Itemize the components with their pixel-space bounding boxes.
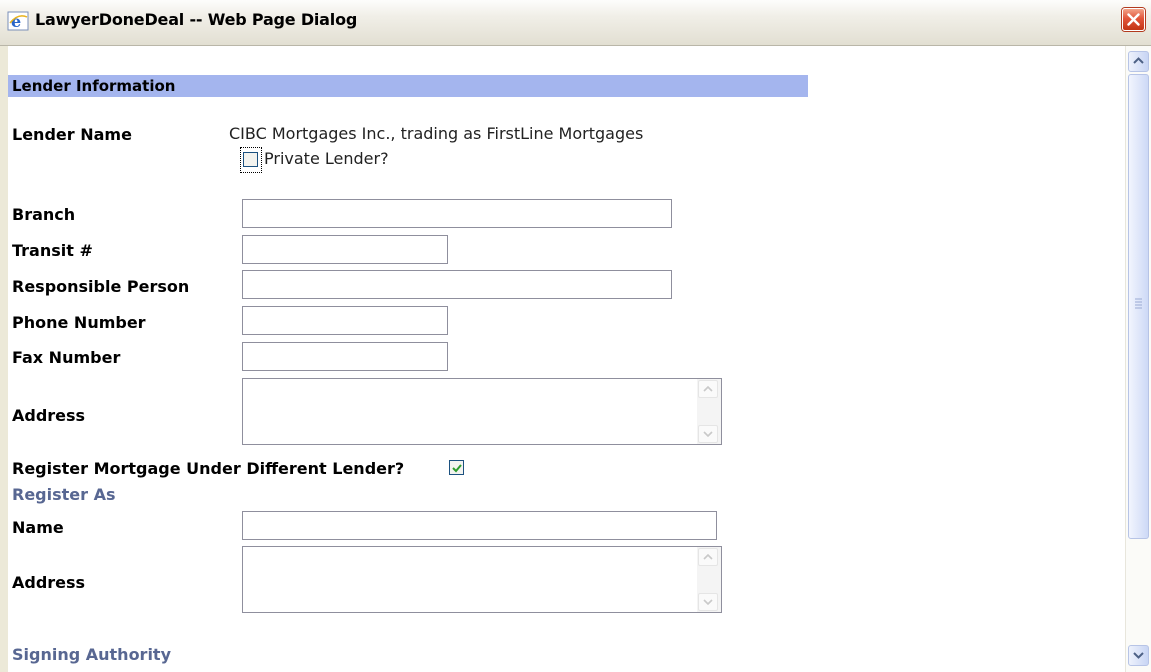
transit-input[interactable] bbox=[242, 235, 448, 264]
close-button[interactable] bbox=[1122, 8, 1145, 31]
address-textarea[interactable] bbox=[242, 378, 722, 445]
lender-name-label: Lender Name bbox=[12, 125, 132, 144]
window-title: LawyerDoneDeal -- Web Page Dialog bbox=[35, 10, 358, 29]
lender-name-value: CIBC Mortgages Inc., trading as FirstLin… bbox=[229, 124, 644, 143]
register-as-heading: Register As bbox=[12, 485, 116, 504]
chevron-up-icon bbox=[703, 385, 713, 392]
checkmark-icon bbox=[452, 464, 462, 473]
section-title: Lender Information bbox=[12, 77, 176, 95]
chevron-up-icon bbox=[1133, 57, 1144, 64]
dialog-content: Lender Information Lender Name CIBC Mort… bbox=[8, 46, 1125, 672]
fax-number-input[interactable] bbox=[242, 342, 448, 371]
responsible-person-input[interactable] bbox=[242, 270, 672, 299]
textarea-scrollbar[interactable] bbox=[697, 379, 721, 444]
ie-browser-icon: e bbox=[7, 11, 29, 31]
fax-number-label: Fax Number bbox=[12, 348, 121, 367]
page-scrollbar[interactable] bbox=[1125, 46, 1151, 672]
scroll-thumb[interactable] bbox=[1128, 74, 1149, 539]
chevron-down-icon bbox=[703, 599, 713, 606]
svg-text:e: e bbox=[11, 12, 21, 31]
register-address-textarea[interactable] bbox=[242, 546, 722, 613]
address-label: Address bbox=[12, 406, 86, 425]
textarea-scrollbar[interactable] bbox=[697, 547, 721, 612]
register-name-label: Name bbox=[12, 518, 64, 537]
scroll-up-button[interactable] bbox=[1128, 51, 1149, 72]
register-name-input[interactable] bbox=[242, 511, 717, 540]
window-frame-left bbox=[0, 46, 8, 672]
register-different-lender-label: Register Mortgage Under Different Lender… bbox=[12, 459, 405, 478]
phone-number-input[interactable] bbox=[242, 306, 448, 335]
chevron-down-icon bbox=[1133, 652, 1144, 659]
grip-icon bbox=[1135, 298, 1142, 309]
private-lender-label[interactable]: Private Lender? bbox=[264, 149, 389, 168]
register-different-lender-checkbox[interactable] bbox=[449, 460, 464, 475]
branch-label: Branch bbox=[12, 205, 76, 224]
textarea-scroll-up-button[interactable] bbox=[698, 380, 718, 398]
textarea-scroll-down-button[interactable] bbox=[698, 425, 718, 443]
register-address-label: Address bbox=[12, 573, 86, 592]
close-icon bbox=[1127, 13, 1140, 26]
chevron-down-icon bbox=[703, 431, 713, 438]
chevron-up-icon bbox=[703, 553, 713, 560]
transit-label: Transit # bbox=[12, 241, 93, 260]
section-header: Lender Information bbox=[8, 75, 808, 97]
signing-authority-heading: Signing Authority bbox=[12, 645, 172, 664]
branch-input[interactable] bbox=[242, 199, 672, 228]
scroll-down-button[interactable] bbox=[1128, 645, 1149, 666]
responsible-person-label: Responsible Person bbox=[12, 277, 190, 296]
title-bar[interactable]: e LawyerDoneDeal -- Web Page Dialog bbox=[0, 0, 1151, 46]
private-lender-checkbox[interactable] bbox=[243, 152, 258, 167]
textarea-scroll-down-button[interactable] bbox=[698, 593, 718, 611]
textarea-scroll-up-button[interactable] bbox=[698, 548, 718, 566]
phone-number-label: Phone Number bbox=[12, 313, 146, 332]
